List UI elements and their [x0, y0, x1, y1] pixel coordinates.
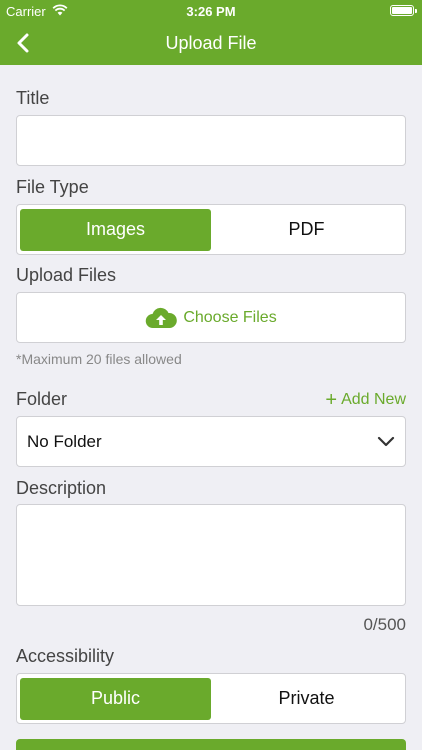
add-new-label: Add New: [341, 391, 406, 408]
folder-value: No Folder: [27, 431, 102, 451]
title-label: Title: [16, 88, 50, 108]
file-type-segmented-control: Images PDF: [16, 204, 406, 255]
char-counter: 0/500: [363, 615, 406, 634]
accessibility-private-option[interactable]: Private: [211, 678, 402, 720]
description-label: Description: [16, 478, 107, 498]
accessibility-label: Accessibility: [16, 646, 115, 666]
page-title: Upload File: [165, 33, 257, 53]
nav-bar: Carrier 3:26 PM Upload File: [0, 0, 422, 65]
accessibility-public-option[interactable]: Public: [20, 677, 211, 720]
folder-select[interactable]: No Folder: [16, 416, 406, 467]
description-textarea[interactable]: [16, 504, 406, 606]
add-new-folder-button[interactable]: + Add New: [325, 390, 406, 410]
cloud-upload-icon: [146, 307, 178, 328]
max-files-hint: *Maximum 20 files allowed: [16, 351, 182, 367]
file-type-label: File Type: [16, 177, 89, 197]
choose-files-button[interactable]: Choose Files: [16, 292, 406, 343]
choose-files-label: Choose Files: [183, 308, 277, 326]
submit-button[interactable]: [16, 739, 406, 750]
folder-label: Folder: [16, 389, 68, 409]
battery-icon: [390, 5, 417, 16]
accessibility-segmented-control: Public Private: [16, 673, 406, 724]
title-input[interactable]: [16, 115, 406, 166]
status-bar: Carrier 3:26 PM: [0, 0, 422, 22]
status-time: 3:26 PM: [186, 4, 236, 19]
upload-files-label: Upload Files: [16, 265, 117, 285]
file-type-pdf-option[interactable]: PDF: [211, 209, 402, 251]
plus-icon: +: [325, 389, 338, 411]
chevron-down-icon: [377, 436, 395, 446]
file-type-images-option[interactable]: Images: [20, 208, 211, 251]
